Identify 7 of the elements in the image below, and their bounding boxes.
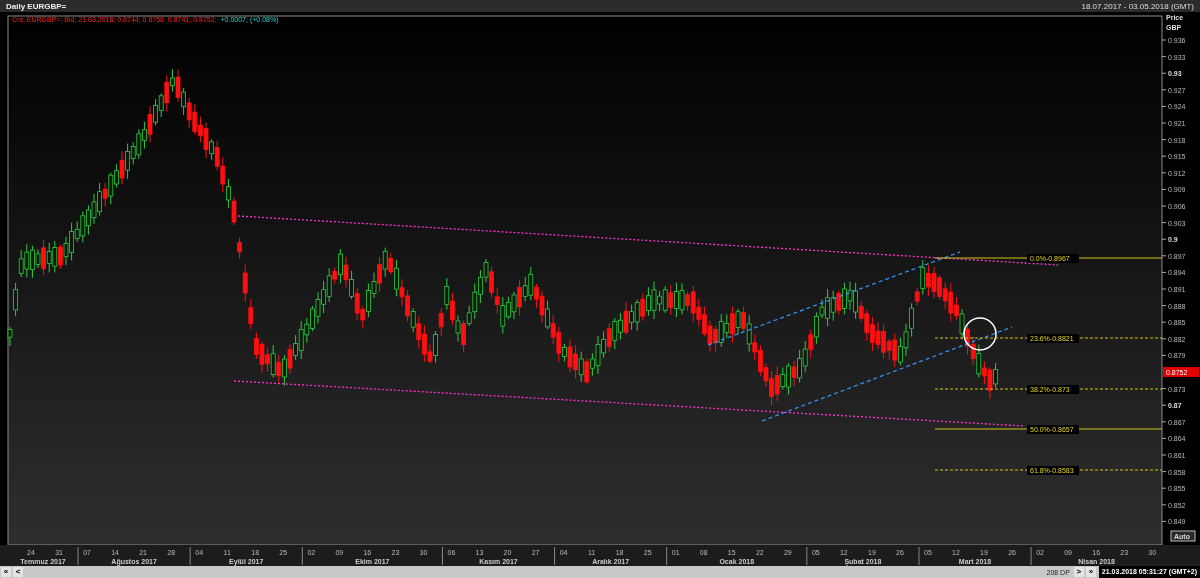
window-title: Daily EURGBP= xyxy=(6,1,67,11)
highlight-circle xyxy=(963,317,997,351)
last-button[interactable]: » xyxy=(1085,567,1096,577)
next-button[interactable]: > xyxy=(1073,567,1084,577)
first-button[interactable]: « xyxy=(1,567,11,577)
previous-button[interactable]: < xyxy=(13,567,23,577)
date-range: 18.07.2017 - 03.05.2018 (GMT) xyxy=(1081,1,1194,11)
